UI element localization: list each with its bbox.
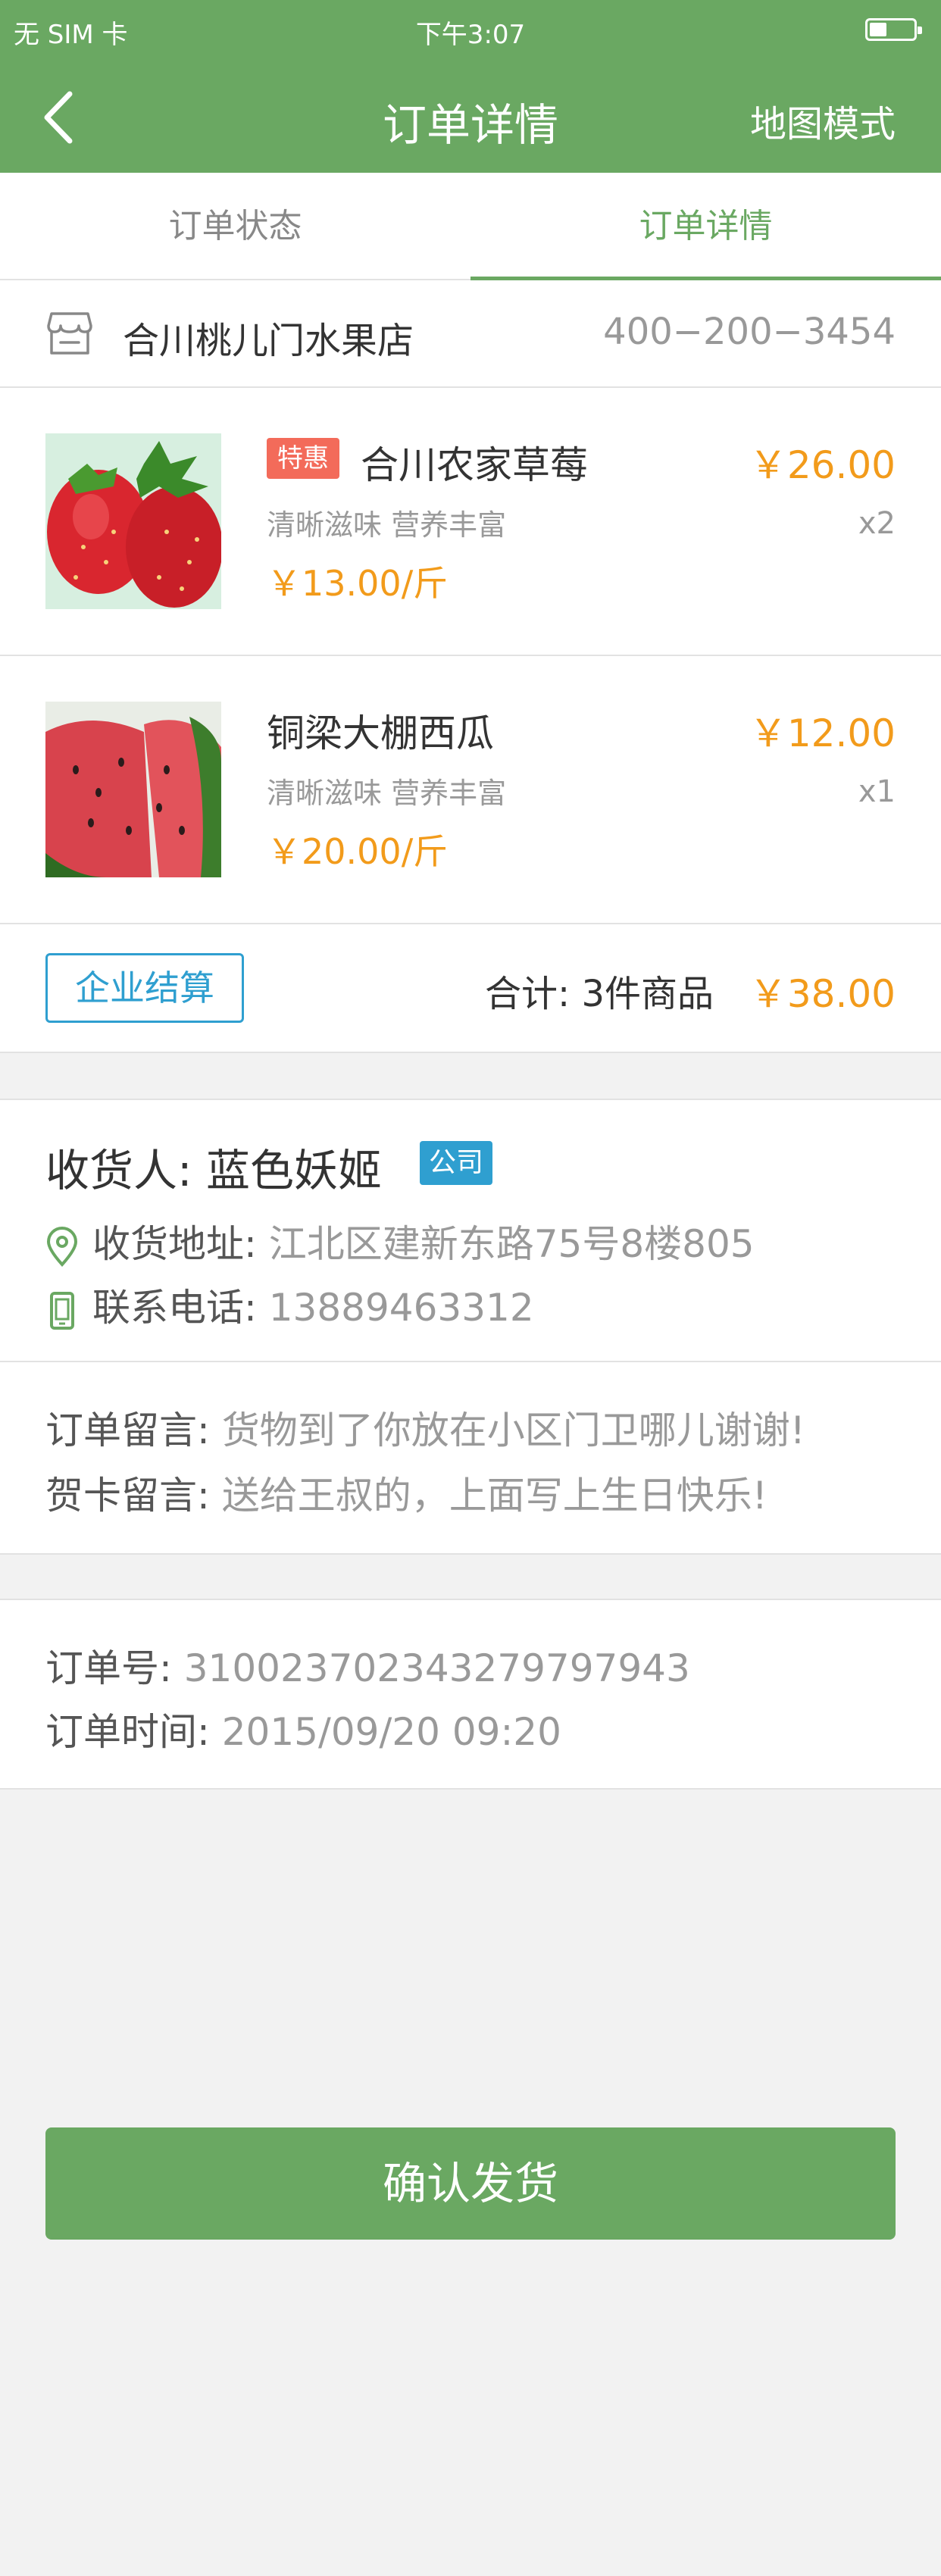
phone-key: 联系电话: (92, 1286, 269, 1330)
product-description: 清晰滋味 营养丰富 (267, 777, 507, 810)
notes-section: 订单留言: 货物到了你放在小区门卫哪儿谢谢! 贺卡留言: 送给王叔的，上面写上生… (0, 1362, 941, 1555)
card-note-key: 贺卡留言: (45, 1474, 222, 1518)
store-name: 合川桃儿门水果店 (123, 320, 414, 362)
address-key: 收货地址: (92, 1222, 269, 1266)
store-row[interactable]: 合川桃儿门水果店 400−200−3454 (0, 280, 941, 388)
battery-icon (865, 18, 922, 41)
product-item[interactable]: 铜梁大棚西瓜 清晰滋味 营养丰富 ￥20.00/斤 ￥12.00 x1 (0, 656, 941, 924)
watermelon-image (45, 702, 221, 877)
order-note-value: 货物到了你放在小区门卫哪儿谢谢! (221, 1408, 805, 1452)
item-count-label: 合计: 3件商品 (485, 973, 714, 1015)
order-number-value: 310023702343279797943 (183, 1646, 690, 1690)
order-number-key: 订单号: (45, 1646, 184, 1690)
product-quantity: x1 (858, 774, 896, 809)
order-summary: 企业结算 合计: 3件商品 ￥38.00 (0, 924, 941, 1053)
receiver-name: 收货人: 蓝色妖姬 (45, 1145, 382, 1196)
product-name: 铜梁大棚西瓜 (267, 711, 494, 755)
store-icon (47, 312, 92, 355)
tab-order-detail[interactable]: 订单详情 (470, 173, 941, 280)
product-unit-price: ￥13.00/斤 (267, 563, 449, 604)
address-value: 江北区建新东路75号8楼805 (268, 1222, 755, 1266)
card-note: 贺卡留言: 送给王叔的，上面写上生日快乐! (45, 1465, 767, 1520)
card-note-value: 送给王叔的，上面写上生日快乐! (221, 1474, 767, 1518)
nav-bar: 订单详情 地图模式 (0, 61, 941, 173)
product-total-price: ￥26.00 (749, 443, 896, 487)
special-offer-badge: 特惠 (267, 438, 339, 479)
address-type-badge: 公司 (420, 1141, 493, 1185)
product-description: 清晰滋味 营养丰富 (267, 508, 507, 542)
product-name: 合川农家草莓 (361, 443, 588, 487)
phone-value[interactable]: 13889463312 (269, 1286, 534, 1330)
order-time-value: 2015/09/20 09:20 (221, 1710, 561, 1754)
product-unit-price: ￥20.00/斤 (267, 831, 449, 872)
order-note: 订单留言: 货物到了你放在小区门卫哪儿谢谢! (45, 1400, 805, 1455)
tab-order-status[interactable]: 订单状态 (0, 173, 470, 280)
store-phone[interactable]: 400−200−3454 (603, 311, 896, 353)
strawberry-image (45, 433, 221, 609)
order-total: ￥38.00 (749, 972, 896, 1016)
app-header: 无 SIM 卡 下午3:07 订单详情 地图模式 (0, 0, 941, 173)
product-total-price: ￥12.00 (749, 711, 896, 755)
location-pin-icon (46, 1226, 78, 1267)
order-time-key: 订单时间: (45, 1710, 222, 1754)
order-note-key: 订单留言: (45, 1408, 222, 1452)
status-bar: 无 SIM 卡 下午3:07 (0, 0, 941, 61)
confirm-shipment-button[interactable]: 确认发货 (45, 2127, 896, 2240)
contact-phone: 联系电话: 13889463312 (45, 1277, 534, 1332)
corporate-settlement-button[interactable]: 企业结算 (45, 953, 244, 1023)
phone-icon (50, 1291, 74, 1330)
tab-bar: 订单状态 订单详情 (0, 173, 941, 280)
product-quantity: x2 (858, 506, 896, 541)
order-number: 订单号: 310023702343279797943 (45, 1638, 690, 1693)
order-time: 订单时间: 2015/09/20 09:20 (45, 1702, 561, 1756)
order-info-section: 订单号: 310023702343279797943 订单时间: 2015/09… (0, 1599, 941, 1790)
delivery-address: 收货地址: 江北区建新东路75号8楼805 (45, 1214, 755, 1268)
map-mode-button[interactable]: 地图模式 (750, 94, 896, 147)
status-time: 下午3:07 (415, 20, 526, 50)
receiver-section: 收货人: 蓝色妖姬 公司 收货地址: 江北区建新东路75号8楼805 联系电话:… (0, 1099, 941, 1362)
product-item[interactable]: 特惠 合川农家草莓 清晰滋味 营养丰富 ￥13.00/斤 ￥26.00 x2 (0, 388, 941, 656)
